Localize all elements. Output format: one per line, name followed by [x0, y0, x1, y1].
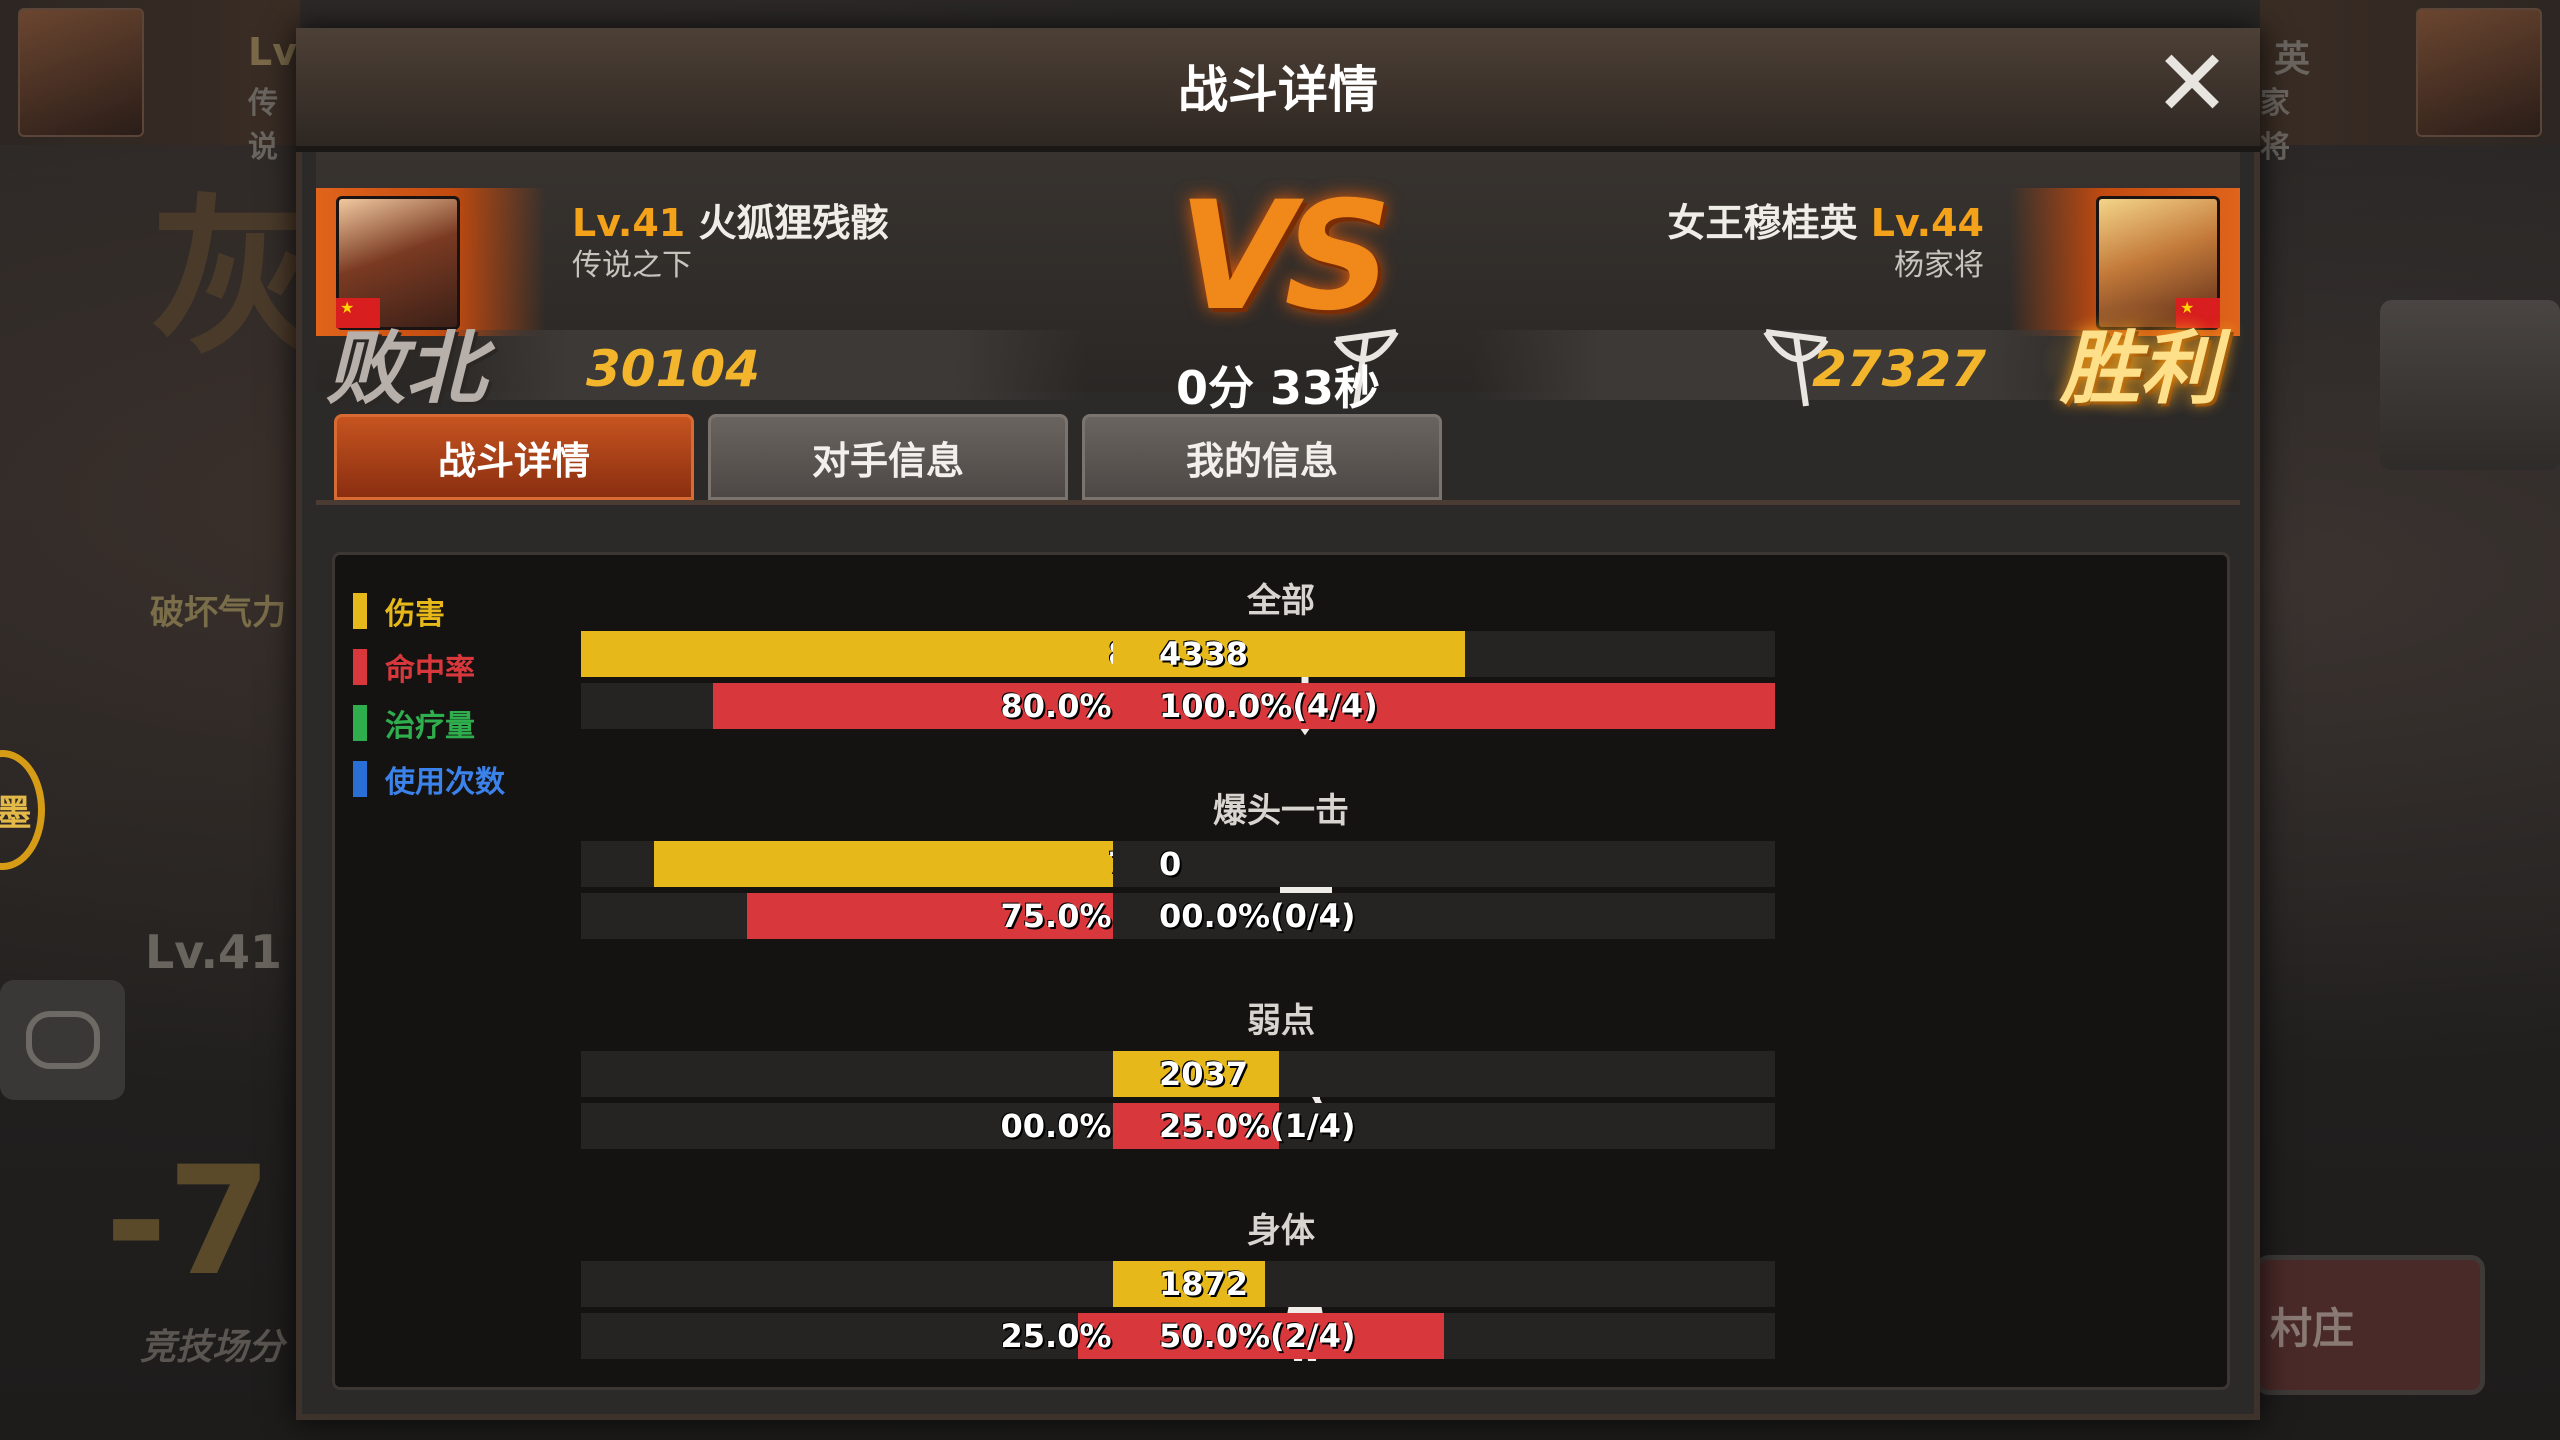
- left-player-subtitle: 传说之下: [572, 248, 692, 283]
- legend-item-heal: 治疗量: [353, 695, 505, 751]
- tab-battle-detail[interactable]: 战斗详情: [334, 414, 694, 500]
- stat-value-right-hit: 00.0%(0/4): [1159, 897, 1356, 935]
- left-player-level: Lv.41: [572, 201, 686, 245]
- legend-swatch: [353, 649, 367, 685]
- bg-label-left: 破坏气力: [150, 593, 286, 633]
- left-player-level-name: Lv.41 火狐狸残骸: [572, 192, 888, 247]
- village-button[interactable]: 村庄: [2255, 1255, 2485, 1395]
- stat-bar-right-hit: 50.0%(2/4): [1113, 1313, 1775, 1359]
- bg-avatar-right: [2416, 8, 2542, 137]
- left-player-name: 火狐狸残骸: [698, 201, 889, 245]
- right-player-level-name: 女王穆桂英 Lv.44: [1668, 192, 1984, 247]
- stat-value-right-hit: 50.0%(2/4): [1159, 1317, 1356, 1355]
- tab-opponent-info[interactable]: 对手信息: [708, 414, 1068, 500]
- bg-chest: [2380, 300, 2560, 470]
- stat-bar-right-hit: 100.0%(4/4): [1113, 683, 1775, 729]
- legend-label: 治疗量: [385, 709, 475, 744]
- stats-panel: 伤害 命中率 治疗量 使用次数 全部8151433880.0%(4/5)100.…: [332, 552, 2230, 1390]
- chat-button[interactable]: [0, 980, 125, 1100]
- battle-header: Lv.41 火狐狸残骸 传说之下 女王穆桂英 Lv.44 杨家将 30104 2…: [316, 152, 2240, 420]
- stat-value-right-hit: 25.0%(1/4): [1159, 1107, 1356, 1145]
- bg-ring-char: 墨: [0, 793, 32, 834]
- title-bar: 战斗详情 ✕: [296, 28, 2260, 152]
- legend-swatch: [353, 705, 367, 741]
- section-title: 弱点: [1247, 1001, 1315, 1041]
- battle-detail-modal: 战斗详情 ✕ Lv.41 火狐狸残骸 传说之下 女王穆桂英 Lv.44 杨家将 …: [296, 28, 2260, 1420]
- stat-value-right-hit: 100.0%(4/4): [1159, 687, 1378, 725]
- bg-big-char: 灰: [150, 180, 321, 378]
- stat-bar-right-damage: 4338: [1113, 631, 1775, 677]
- stat-value-right-damage: 2037: [1159, 1055, 1249, 1093]
- tab-my-info[interactable]: 我的信息: [1082, 414, 1442, 500]
- bg-subtitle-right: 家将: [2260, 86, 2290, 165]
- stat-bar-right-damage: 2037: [1113, 1051, 1775, 1097]
- modal-title: 战斗详情: [1178, 61, 1378, 119]
- bg-player-card-left: Lv 传说: [0, 0, 300, 165]
- right-player-subtitle: 杨家将: [1894, 248, 1984, 283]
- bg-score-left: -7: [105, 1135, 272, 1309]
- stat-value-right-damage: 0: [1159, 845, 1182, 883]
- bg-avatar-left: [18, 8, 144, 137]
- stat-bar-right-hit: 00.0%(0/4): [1113, 893, 1775, 939]
- close-icon[interactable]: ✕: [2152, 38, 2232, 130]
- stat-bar-right-damage: 0: [1113, 841, 1775, 887]
- village-button-label: 村庄: [2270, 1303, 2355, 1353]
- bg-footer-left: 竞技场分: [140, 1327, 285, 1368]
- bg-level-left-2: Lv.41: [145, 925, 283, 979]
- stat-bar-right-hit: 25.0%(1/4): [1113, 1103, 1775, 1149]
- right-player-level: Lv.44: [1870, 201, 1984, 245]
- bg-name-right: 英: [2273, 39, 2310, 80]
- legend-label: 命中率: [385, 653, 475, 688]
- right-player-name: 女王穆桂英: [1667, 201, 1858, 245]
- section-title: 爆头一击: [1213, 791, 1349, 831]
- tab-bar: 战斗详情 对手信息 我的信息: [316, 404, 2240, 505]
- stat-value-right-damage: 1872: [1159, 1265, 1249, 1303]
- section-title: 身体: [1247, 1211, 1315, 1251]
- vs-emblem: VS: [1178, 170, 1392, 344]
- legend-item-hit-rate: 命中率: [353, 639, 505, 695]
- stat-value-right-damage: 4338: [1159, 635, 1249, 673]
- chat-icon: [25, 1011, 100, 1069]
- section-title: 全部: [1247, 581, 1315, 621]
- bg-player-card-right: 英 家将: [2260, 0, 2560, 165]
- stat-bar-right-damage: 1872: [1113, 1261, 1775, 1307]
- bg-level-left: Lv: [248, 30, 297, 74]
